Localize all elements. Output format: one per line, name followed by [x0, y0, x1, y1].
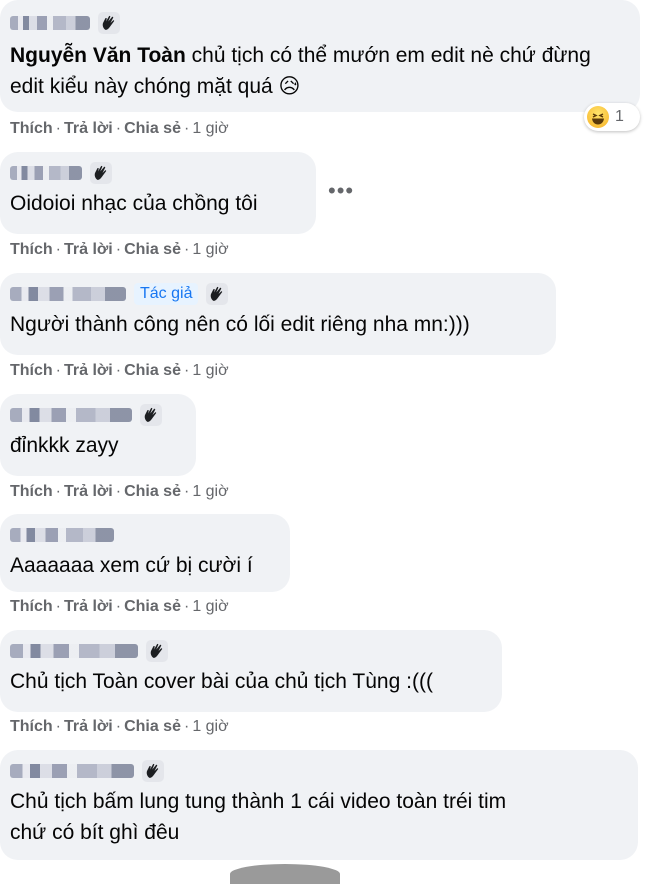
separator: · — [115, 241, 122, 258]
separator: · — [115, 120, 122, 137]
reply-link[interactable]: Trả lời — [64, 241, 113, 258]
separator: · — [55, 718, 61, 735]
like-link[interactable]: Thích — [10, 241, 53, 258]
waving-hand-icon — [206, 283, 229, 305]
timestamp[interactable]: 1 giờ — [192, 598, 228, 615]
comment-bubble: Oidoioi nhạc của chồng tôi — [0, 152, 316, 234]
comment-bubble: đỉnkkk zayy — [0, 394, 196, 476]
comment-body: Oidoioi nhạc của chồng tôi — [10, 192, 258, 215]
timestamp[interactable]: 1 giờ — [192, 362, 228, 379]
comment-body: Người thành công nên có lối edit riêng n… — [10, 313, 470, 336]
reply-link[interactable]: Trả lời — [64, 120, 113, 137]
separator: · — [55, 120, 61, 137]
comment-header — [10, 638, 490, 664]
comment-actions: Thích · Trả lời · Chia sẻ · 1 giờ — [10, 362, 229, 380]
blurred-name — [10, 16, 90, 30]
waving-hand-icon — [142, 760, 164, 782]
share-link[interactable]: Chia sẻ — [124, 362, 181, 379]
reply-link[interactable]: Trả lời — [64, 598, 113, 615]
reply-link[interactable]: Trả lời — [64, 718, 113, 735]
more-options-icon[interactable]: ••• — [328, 178, 354, 204]
waving-hand-icon — [90, 162, 112, 184]
haha-emoji-icon — [587, 106, 609, 128]
separator: · — [55, 362, 61, 379]
comment-bubble: Tác giả Người thành công nên có lối edit… — [0, 273, 556, 355]
comment-header — [10, 522, 278, 548]
blurred-name — [10, 287, 126, 301]
timestamp[interactable]: 1 giờ — [192, 241, 228, 258]
share-link[interactable]: Chia sẻ — [124, 241, 181, 258]
share-link[interactable]: Chia sẻ — [124, 718, 181, 735]
author-tag: Tác giả — [134, 283, 199, 305]
share-link[interactable]: Chia sẻ — [124, 598, 181, 615]
comment-bubble: Chủ tịch bấm lung tung thành 1 cái video… — [0, 750, 638, 860]
separator: · — [115, 483, 122, 500]
comment-body: Aaaaaaa xem cứ bị cười í — [10, 554, 253, 577]
separator: · — [183, 362, 190, 379]
separator: · — [55, 483, 61, 500]
like-link[interactable]: Thích — [10, 483, 53, 500]
comment-header — [10, 10, 628, 36]
comment-bubble: Chủ tịch Toàn cover bài của chủ tịch Tùn… — [0, 630, 502, 712]
separator: · — [183, 718, 190, 735]
comment-actions: Thích · Trả lời · Chia sẻ · 1 giờ — [10, 598, 229, 616]
like-link[interactable]: Thích — [10, 120, 53, 137]
comment-bubble: Nguyễn Văn Toàn chủ tịch có thể mướn em … — [0, 0, 640, 112]
separator: · — [183, 120, 190, 137]
share-link[interactable]: Chia sẻ — [124, 483, 181, 500]
comment-body: đỉnkkk zayy — [10, 434, 119, 457]
separator: · — [115, 718, 122, 735]
separator: · — [115, 598, 122, 615]
comment-body-line-1: Chủ tịch bấm lung tung thành 1 cái video… — [10, 790, 507, 813]
separator: · — [115, 362, 122, 379]
comment-body-line-2: chứ có bít ghì đêu — [10, 821, 180, 844]
blurred-name — [10, 166, 82, 180]
blurred-name — [10, 764, 134, 778]
separator: · — [183, 483, 190, 500]
waving-hand-icon — [140, 404, 162, 426]
blurred-name — [10, 408, 132, 422]
separator: · — [183, 598, 190, 615]
comment-actions: Thích · Trả lời · Chia sẻ · 1 giờ — [10, 718, 229, 736]
reply-link[interactable]: Trả lời — [64, 362, 113, 379]
waving-hand-icon — [98, 12, 120, 34]
comment-text: Nguyễn Văn Toàn chủ tịch có thể mướn em … — [10, 40, 628, 102]
comment-actions: Thích · Trả lời · Chia sẻ · 1 giờ — [10, 241, 229, 259]
comment-header — [10, 160, 304, 186]
comment-body: Chủ tịch Toàn cover bài của chủ tịch Tùn… — [10, 670, 433, 693]
comment-bubble: Aaaaaaa xem cứ bị cười í — [0, 514, 290, 592]
separator: · — [183, 241, 190, 258]
reply-link[interactable]: Trả lời — [64, 483, 113, 500]
like-link[interactable]: Thích — [10, 362, 53, 379]
share-link[interactable]: Chia sẻ — [124, 120, 181, 137]
avatar — [230, 864, 340, 884]
comment-header — [10, 402, 184, 428]
reaction-summary[interactable]: 1 — [584, 103, 640, 131]
blurred-name — [10, 528, 114, 542]
separator: · — [55, 241, 61, 258]
comment-header — [10, 758, 626, 784]
like-link[interactable]: Thích — [10, 718, 53, 735]
like-link[interactable]: Thích — [10, 598, 53, 615]
waving-hand-icon — [146, 640, 168, 662]
comment-header: Tác giả — [10, 281, 544, 307]
separator: · — [55, 598, 61, 615]
timestamp[interactable]: 1 giờ — [192, 718, 228, 735]
mentioned-user-link[interactable]: Nguyễn Văn Toàn — [10, 44, 186, 67]
reaction-count: 1 — [615, 108, 624, 125]
blurred-name — [10, 644, 138, 658]
comment-actions: Thích · Trả lời · Chia sẻ · 1 giờ — [10, 120, 229, 138]
comment-actions: Thích · Trả lời · Chia sẻ · 1 giờ — [10, 483, 229, 501]
timestamp[interactable]: 1 giờ — [192, 120, 228, 137]
timestamp[interactable]: 1 giờ — [192, 483, 228, 500]
